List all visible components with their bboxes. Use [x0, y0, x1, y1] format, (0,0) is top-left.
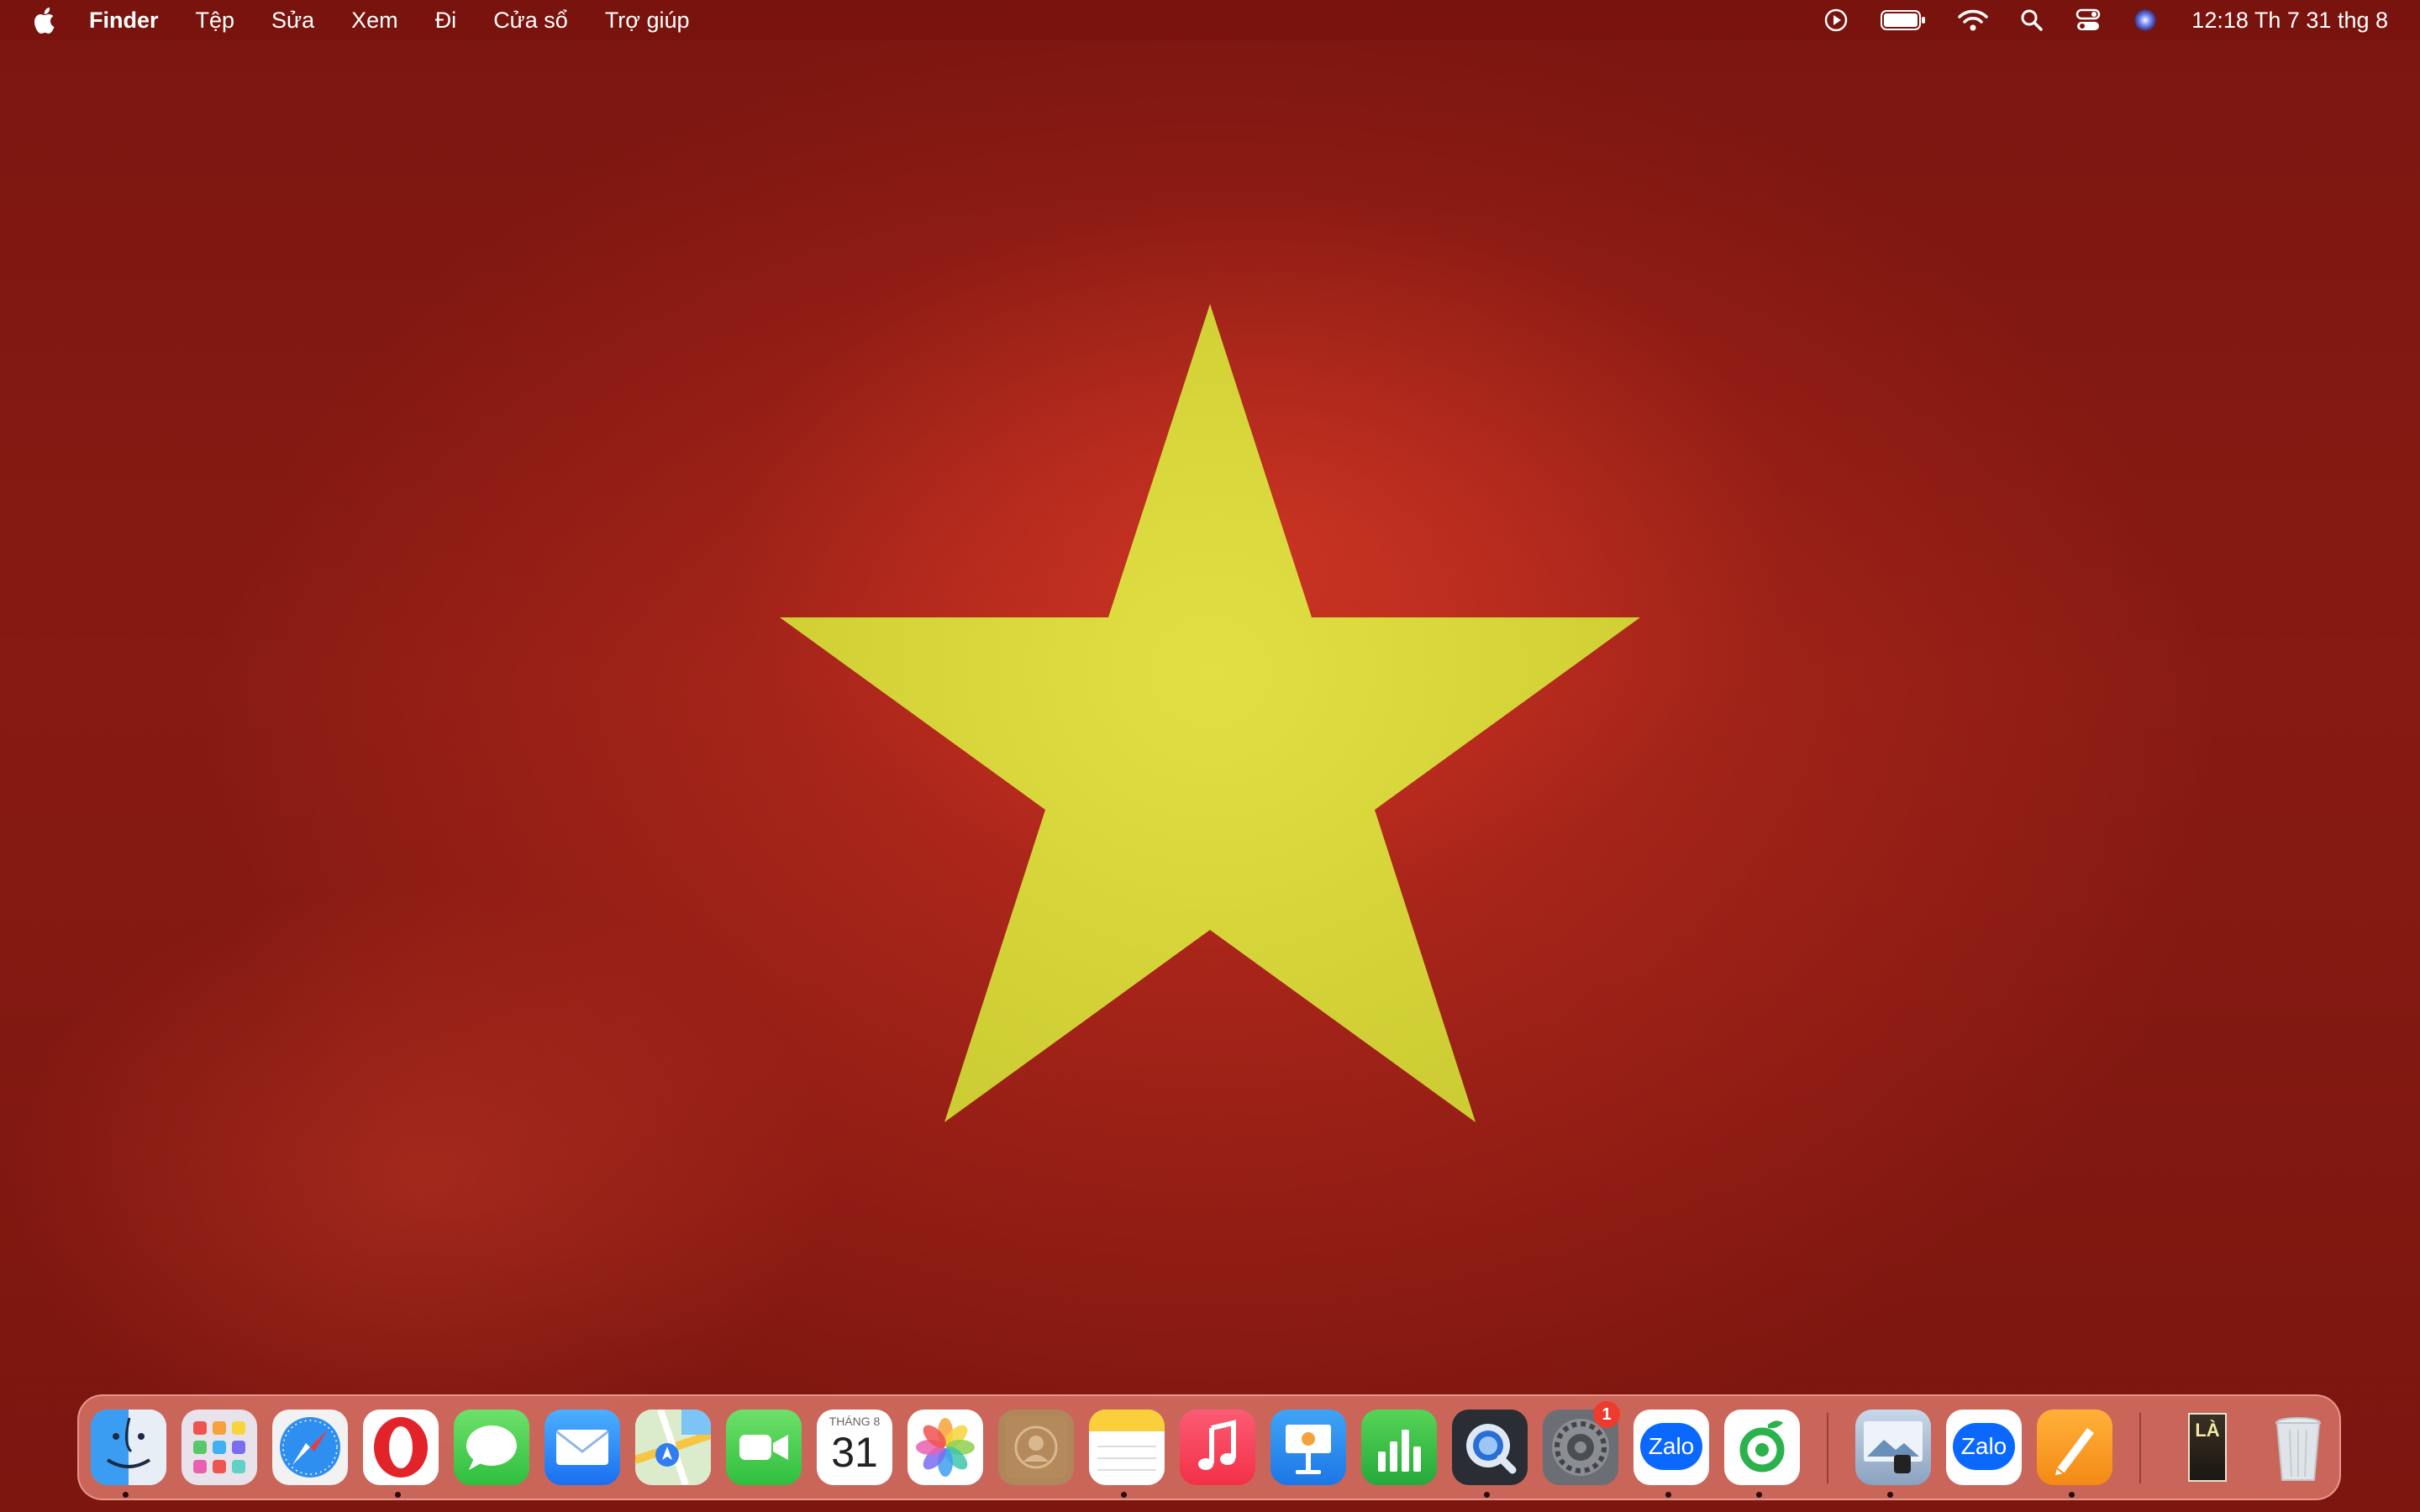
dock-mail[interactable]: [544, 1410, 620, 1485]
dock-pages[interactable]: [2037, 1410, 2112, 1485]
menu-go[interactable]: Đi: [435, 8, 457, 34]
maps-icon: [635, 1410, 711, 1485]
dock-quicktime[interactable]: [1452, 1410, 1528, 1485]
zalo-label-2: Zalo: [1960, 1433, 2007, 1459]
menu-edit[interactable]: Sửa: [271, 8, 314, 34]
stack-thumbnail-icon: LÀ: [2188, 1413, 2227, 1482]
apple-icon[interactable]: [32, 6, 57, 34]
battery-icon[interactable]: [1881, 9, 1926, 31]
menu-help[interactable]: Trợ giúp: [605, 8, 690, 34]
yellow-star: [780, 304, 1640, 1122]
wifi-icon[interactable]: [1958, 8, 1989, 32]
siri-icon[interactable]: [2133, 8, 2158, 33]
calendar-month: THÁNG 8: [829, 1415, 881, 1428]
dock-safari[interactable]: [272, 1410, 348, 1485]
dock-zalo[interactable]: Zalo: [1634, 1410, 1709, 1485]
dock-facetime[interactable]: [726, 1410, 802, 1485]
running-indicator-zalo: [1665, 1492, 1671, 1498]
menu-bar: Finder Tệp Sửa Xem Đi Cửa sổ Trợ giúp 12…: [0, 0, 2420, 40]
screen-record-icon[interactable]: [1823, 8, 1849, 33]
stack-thumbnail-text: LÀ: [2195, 1420, 2220, 1441]
dock-zalo-2[interactable]: Zalo: [1946, 1410, 2022, 1485]
running-indicator-finder: [123, 1492, 129, 1498]
dock-calendar[interactable]: THÁNG 8 31: [817, 1410, 892, 1485]
control-center-icon[interactable]: [2075, 8, 2101, 32]
dock-music[interactable]: [1180, 1410, 1255, 1485]
dock-trash[interactable]: [2260, 1410, 2336, 1485]
dock-separator: [1827, 1413, 1828, 1483]
dock-numbers[interactable]: [1361, 1410, 1437, 1485]
dock-finder[interactable]: [91, 1410, 166, 1485]
opera-icon: [374, 1417, 428, 1478]
wallpaper-star: [780, 304, 1640, 1122]
photos-icon: [916, 1418, 975, 1477]
running-indicator-quicktime: [1484, 1492, 1490, 1498]
menu-file[interactable]: Tệp: [196, 8, 235, 34]
dock-separator-2: [2139, 1413, 2141, 1483]
menu-app-name[interactable]: Finder: [89, 8, 159, 34]
dock: THÁNG 8 31 Zalo Zalo LÀ: [77, 1394, 2341, 1500]
coccoc-icon: [1739, 1420, 1785, 1473]
keynote-icon: [1286, 1425, 1331, 1474]
dock-launchpad[interactable]: [182, 1410, 257, 1485]
running-indicator-opera: [395, 1492, 401, 1498]
notification-badge: 1: [1593, 1401, 1620, 1428]
calendar-day: 31: [831, 1429, 878, 1476]
dock-coccoc[interactable]: [1724, 1410, 1800, 1485]
quicktime-icon: [1466, 1424, 1517, 1474]
zalo-label: Zalo: [1648, 1433, 1695, 1459]
notes-icon: [1089, 1410, 1165, 1471]
dock-maps[interactable]: [635, 1410, 711, 1485]
finder-icon: [91, 1410, 166, 1485]
running-indicator-coccoc: [1756, 1492, 1762, 1498]
facetime-icon: [739, 1435, 788, 1460]
search-icon[interactable]: [2020, 8, 2044, 32]
messages-icon: [466, 1425, 517, 1470]
menu-bar-clock[interactable]: 12:18 Th 7 31 thg 8: [2191, 8, 2388, 34]
running-indicator-notes: [1121, 1492, 1127, 1498]
pages-icon: [2055, 1428, 2094, 1475]
numbers-icon: [1378, 1430, 1421, 1472]
dock-opera[interactable]: [363, 1410, 439, 1485]
mail-icon: [555, 1430, 609, 1465]
dock-keynote[interactable]: [1270, 1410, 1346, 1485]
menu-window[interactable]: Cửa sổ: [493, 8, 568, 34]
preview-icon: [1864, 1421, 1923, 1473]
launchpad-icon: [193, 1421, 245, 1473]
contacts-icon: [1005, 1416, 1067, 1478]
running-indicator-preview: [1887, 1492, 1893, 1498]
running-indicator-pages: [2069, 1492, 2075, 1498]
dock-stack[interactable]: LÀ: [2170, 1410, 2245, 1485]
dock-messages[interactable]: [454, 1410, 529, 1485]
dock-photos[interactable]: [908, 1410, 983, 1485]
trash-icon: [2275, 1417, 2321, 1481]
dock-contacts[interactable]: [998, 1410, 1074, 1485]
safari-icon: [272, 1410, 348, 1485]
dock-notes[interactable]: [1089, 1410, 1165, 1485]
dock-preview[interactable]: [1855, 1410, 1931, 1485]
menu-view[interactable]: Xem: [351, 8, 398, 34]
music-icon: [1198, 1420, 1236, 1470]
calendar-icon: THÁNG 8 31: [817, 1410, 892, 1485]
